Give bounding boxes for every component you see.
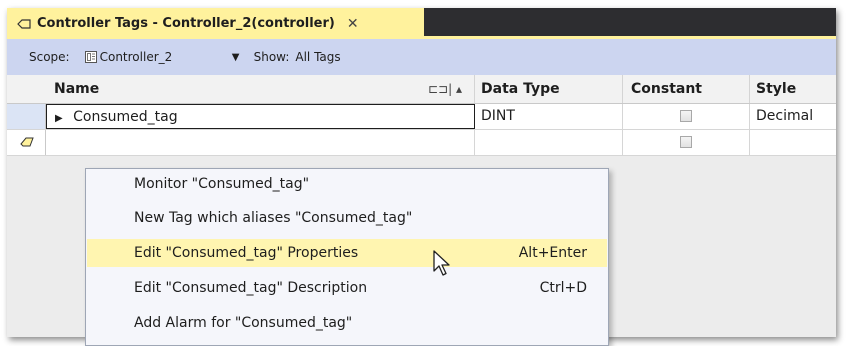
- menu-item-edit-description[interactable]: Edit "Consumed_tag" Description Ctrl+D: [87, 274, 607, 302]
- column-header-data-type[interactable]: Data Type: [475, 75, 623, 103]
- menu-item-edit-properties[interactable]: Edit "Consumed_tag" Properties Alt+Enter: [87, 239, 607, 267]
- scope-label: Scope:: [29, 50, 70, 64]
- menu-item-shortcut: Alt+Enter: [518, 245, 587, 261]
- table-row[interactable]: ▶ Consumed_tag DINT Decimal: [7, 104, 836, 130]
- data-type-cell[interactable]: DINT: [475, 104, 623, 129]
- table-row-new[interactable]: [7, 130, 836, 156]
- mouse-pointer-icon: [433, 250, 450, 276]
- tag-icon: [17, 18, 31, 29]
- scope-toolbar: Scope: Controller_2 ▼ Show: All Tags: [7, 39, 836, 75]
- row-header[interactable]: [7, 130, 46, 155]
- constant-checkbox[interactable]: [680, 136, 692, 148]
- data-type-cell[interactable]: [475, 130, 623, 155]
- grid-header: Name ⊏⊐| ▴ Data Type Constant Style: [7, 75, 836, 104]
- show-label: Show:: [253, 50, 290, 64]
- menu-item-label: Monitor "Consumed_tag": [134, 176, 310, 192]
- new-tag-icon: [20, 137, 34, 147]
- document-tab-strip: Controller Tags - Controller_2(controlle…: [7, 8, 836, 39]
- column-header-constant[interactable]: Constant: [623, 75, 750, 103]
- constant-cell[interactable]: [623, 130, 750, 155]
- menu-item-label: Edit "Consumed_tag" Description: [134, 280, 368, 296]
- filter-sort-icon[interactable]: ⊏⊐| ▴: [428, 75, 462, 103]
- constant-checkbox[interactable]: [680, 110, 692, 122]
- column-header-name-label: Name: [54, 81, 100, 97]
- menu-item-shortcut: Ctrl+D: [539, 280, 587, 296]
- menu-item-label: Add Alarm for "Consumed_tag": [134, 315, 353, 331]
- tab-title: Controller Tags - Controller_2(controlle…: [37, 16, 335, 31]
- style-cell[interactable]: Decimal: [750, 104, 836, 129]
- tag-name-cell[interactable]: ▶ Consumed_tag: [46, 104, 475, 129]
- constant-cell[interactable]: [623, 104, 750, 129]
- controller-icon: [84, 51, 97, 63]
- menu-item-new-alias-tag[interactable]: New Tag which aliases "Consumed_tag": [87, 204, 607, 232]
- scope-value: Controller_2: [99, 50, 173, 64]
- tag-name-cell[interactable]: [46, 130, 475, 155]
- context-menu: Monitor "Consumed_tag" New Tag which ali…: [85, 168, 609, 346]
- menu-item-monitor[interactable]: Monitor "Consumed_tag": [87, 170, 607, 198]
- style-cell[interactable]: [750, 130, 836, 155]
- chevron-down-icon[interactable]: ▼: [224, 52, 248, 63]
- menu-item-add-alarm[interactable]: Add Alarm for "Consumed_tag": [87, 309, 607, 337]
- show-filter-value[interactable]: All Tags: [295, 50, 340, 64]
- scope-dropdown[interactable]: Controller_2 ▼: [78, 46, 248, 68]
- row-header[interactable]: [7, 104, 46, 129]
- expand-arrow-icon[interactable]: ▶: [55, 106, 63, 131]
- tab-controller-tags[interactable]: Controller Tags - Controller_2(controlle…: [7, 8, 424, 39]
- menu-item-label: New Tag which aliases "Consumed_tag": [134, 210, 413, 226]
- menu-item-label: Edit "Consumed_tag" Properties: [134, 245, 359, 261]
- column-header-name[interactable]: Name ⊏⊐| ▴: [46, 75, 475, 103]
- column-header-style[interactable]: Style: [750, 75, 836, 103]
- tag-name: Consumed_tag: [73, 109, 178, 125]
- close-tab-icon[interactable]: ✕: [347, 16, 359, 32]
